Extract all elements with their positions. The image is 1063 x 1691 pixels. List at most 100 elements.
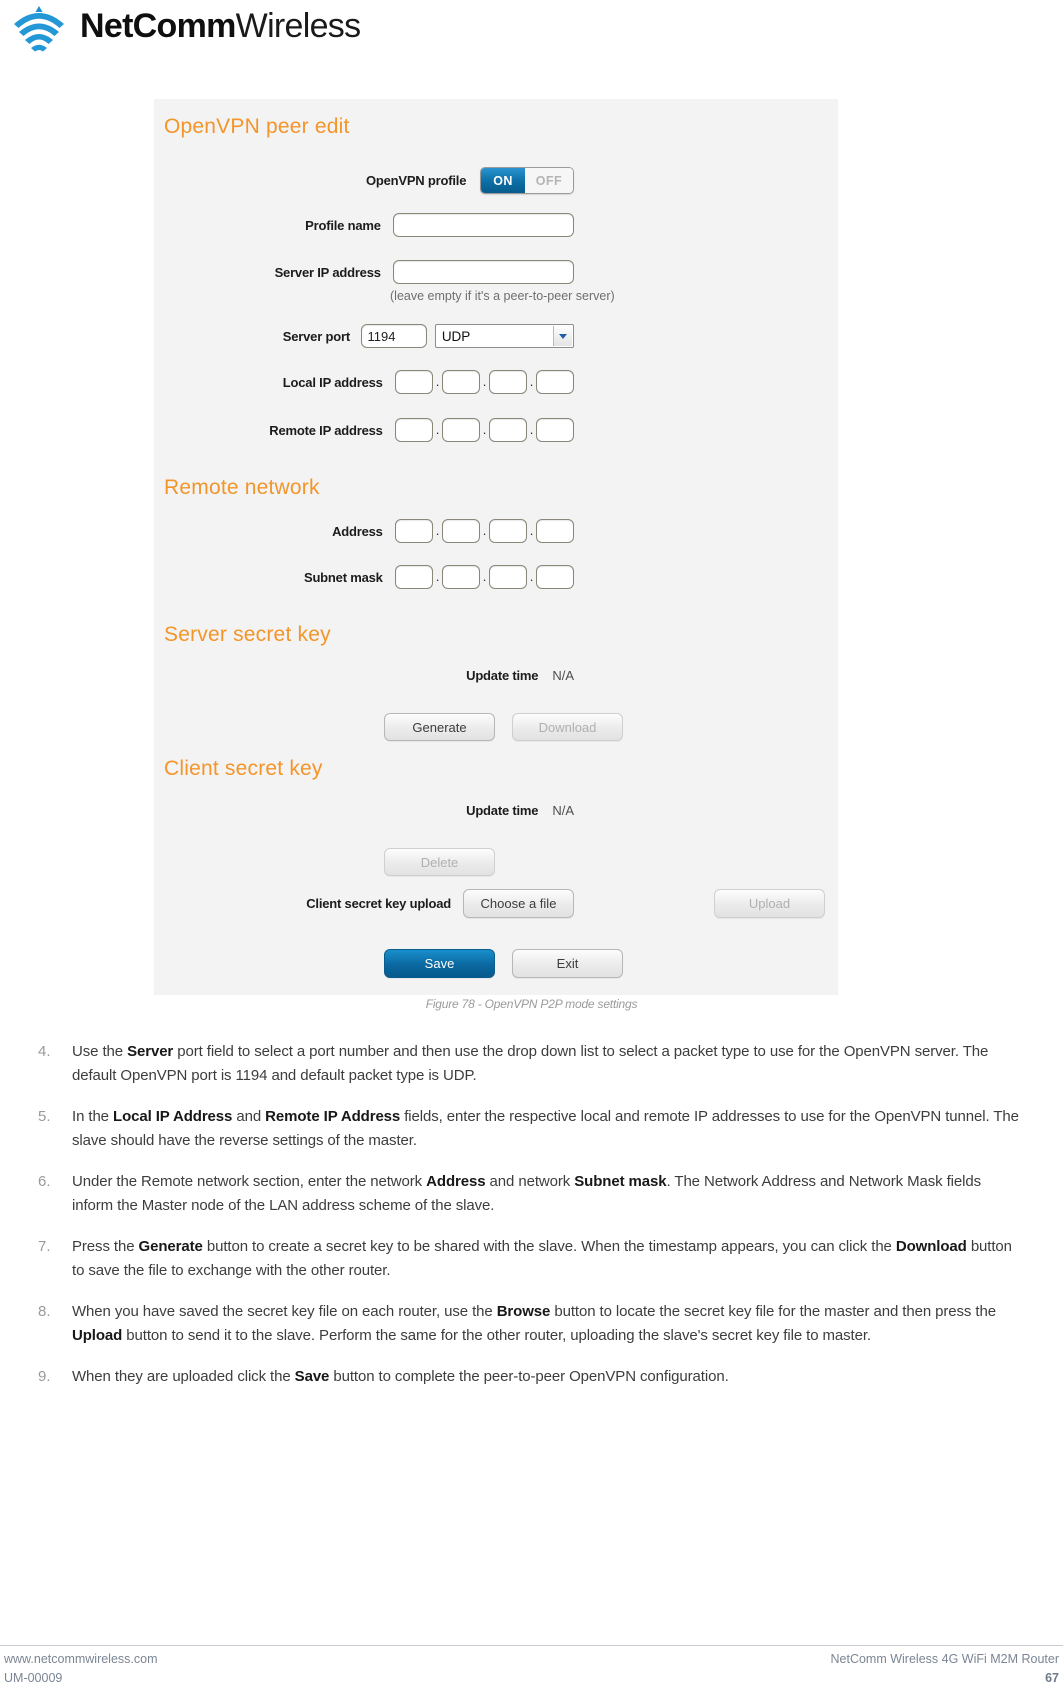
server-ip-address-hint: (leave empty if it's a peer-to-peer serv…	[390, 289, 615, 303]
row-subnet-mask: Subnet mask . . .	[154, 565, 574, 589]
octet-separator: .	[482, 422, 487, 437]
section-heading-server-secret-key: Server secret key	[164, 623, 331, 646]
delete-button[interactable]: Delete	[384, 848, 495, 876]
label-server-port: Server port	[282, 328, 350, 344]
section-heading-openvpn-peer-edit: OpenVPN peer edit	[164, 115, 350, 138]
save-button[interactable]: Save	[384, 949, 495, 978]
label-server-update-time: Update time	[466, 668, 539, 683]
row-server-key-actions: Generate Download	[384, 713, 623, 741]
footer-page-number: 67	[1045, 1671, 1059, 1685]
subnet-mask-octets: . . .	[395, 565, 574, 589]
octet-separator: .	[529, 374, 534, 389]
profile-name-input[interactable]	[393, 213, 574, 237]
section-heading-client-secret-key: Client secret key	[164, 757, 323, 780]
client-update-time-value: N/A	[552, 803, 574, 818]
server-port-input[interactable]	[360, 324, 427, 348]
toggle-option-on[interactable]: ON	[481, 168, 525, 193]
row-remote-ip-address: Remote IP address . . .	[154, 418, 574, 442]
step-number: 8.	[38, 1303, 51, 1320]
remote-ip-octet-3[interactable]	[489, 418, 527, 442]
procedure-steps-list: 4. Use the Server port field to select a…	[38, 1040, 1026, 1406]
footer-product-name: NetComm Wireless 4G WiFi M2M Router	[830, 1652, 1060, 1666]
brand-bold: NetComm	[80, 7, 236, 45]
download-button[interactable]: Download	[512, 713, 623, 741]
row-openvpn-profile: OpenVPN profile ON OFF	[154, 167, 574, 194]
step-number: 6.	[38, 1173, 51, 1190]
step-text: In the Local IP Address and Remote IP Ad…	[72, 1108, 1019, 1149]
choose-a-file-button[interactable]: Choose a file	[463, 889, 574, 918]
address-octet-2[interactable]	[442, 519, 480, 543]
label-subnet-mask: Subnet mask	[303, 569, 383, 585]
row-profile-name: Profile name	[154, 213, 574, 237]
exit-button[interactable]: Exit	[512, 949, 623, 978]
server-update-time-value: N/A	[552, 668, 574, 683]
protocol-select[interactable]: UDP	[434, 324, 574, 348]
label-client-update-time: Update time	[466, 803, 539, 818]
octet-separator: .	[482, 569, 487, 584]
subnet-mask-octet-2[interactable]	[442, 565, 480, 589]
list-item: 4. Use the Server port field to select a…	[38, 1040, 1026, 1088]
octet-separator: .	[482, 523, 487, 538]
octet-separator: .	[435, 374, 440, 389]
octet-separator: .	[435, 422, 440, 437]
remote-network-address-octets: . . .	[395, 519, 574, 543]
list-item: 9. When they are uploaded click the Save…	[38, 1365, 1026, 1389]
list-item: 7. Press the Generate button to create a…	[38, 1235, 1026, 1283]
address-octet-3[interactable]	[489, 519, 527, 543]
row-form-actions: Save Exit	[384, 949, 623, 978]
octet-separator: .	[482, 374, 487, 389]
footer-divider	[0, 1645, 1063, 1646]
row-server-update-time: Update time N/A	[154, 668, 574, 683]
list-item: 8. When you have saved the secret key fi…	[38, 1300, 1026, 1348]
octet-separator: .	[435, 523, 440, 538]
toggle-option-off[interactable]: OFF	[524, 168, 573, 193]
figure-caption: Figure 78 - OpenVPN P2P mode settings	[425, 997, 638, 1011]
row-server-port: Server port UDP	[154, 324, 574, 348]
step-text: When they are uploaded click the Save bu…	[72, 1368, 729, 1385]
server-ip-address-input[interactable]	[393, 260, 574, 284]
row-local-ip-address: Local IP address . . .	[154, 370, 574, 394]
subnet-mask-octet-1[interactable]	[395, 565, 433, 589]
row-remote-network-address: Address . . .	[154, 519, 574, 543]
local-ip-octet-1[interactable]	[395, 370, 433, 394]
remote-ip-octet-4[interactable]	[536, 418, 574, 442]
footer-doc-id: UM-00009	[4, 1671, 63, 1685]
generate-button[interactable]: Generate	[384, 713, 495, 741]
row-server-ip-address: Server IP address	[154, 260, 574, 284]
local-ip-octet-2[interactable]	[442, 370, 480, 394]
address-octet-1[interactable]	[395, 519, 433, 543]
list-item: 5. In the Local IP Address and Remote IP…	[38, 1105, 1026, 1153]
local-ip-octet-3[interactable]	[489, 370, 527, 394]
label-openvpn-profile: OpenVPN profile	[365, 173, 467, 188]
label-profile-name: Profile name	[305, 217, 381, 233]
row-delete-action: Delete	[384, 848, 495, 876]
brand-logo: NetCommWireless	[10, 4, 361, 52]
step-text: Under the Remote network section, enter …	[72, 1173, 982, 1214]
label-remote-ip-address: Remote IP address	[269, 422, 383, 438]
step-number: 5.	[38, 1108, 51, 1125]
page-header: NetCommWireless	[0, 0, 1063, 60]
openvpn-profile-toggle[interactable]: ON OFF	[480, 167, 574, 194]
netcomm-wifi-waves-logo-icon	[10, 4, 68, 52]
address-octet-4[interactable]	[536, 519, 574, 543]
remote-ip-octet-2[interactable]	[442, 418, 480, 442]
chevron-down-icon[interactable]	[553, 326, 572, 346]
octet-separator: .	[529, 569, 534, 584]
remote-ip-octet-1[interactable]	[395, 418, 433, 442]
row-client-update-time: Update time N/A	[154, 803, 574, 818]
brand-light: Wireless	[235, 7, 361, 45]
openvpn-settings-screenshot: OpenVPN peer edit OpenVPN profile ON OFF…	[154, 99, 838, 995]
label-client-secret-key-upload: Client secret key upload	[306, 896, 451, 911]
section-heading-remote-network: Remote network	[164, 476, 320, 499]
local-ip-octet-4[interactable]	[536, 370, 574, 394]
list-item: 6. Under the Remote network section, ent…	[38, 1170, 1026, 1218]
octet-separator: .	[529, 523, 534, 538]
footer-website[interactable]: www.netcommwireless.com	[4, 1652, 158, 1666]
subnet-mask-octet-4[interactable]	[536, 565, 574, 589]
upload-button[interactable]: Upload	[714, 889, 825, 918]
subnet-mask-octet-3[interactable]	[489, 565, 527, 589]
brand-wordmark: NetCommWireless	[80, 7, 361, 47]
label-address: Address	[332, 523, 383, 539]
step-text: Use the Server port field to select a po…	[72, 1043, 989, 1084]
remote-ip-address-octets: . . .	[395, 418, 574, 442]
